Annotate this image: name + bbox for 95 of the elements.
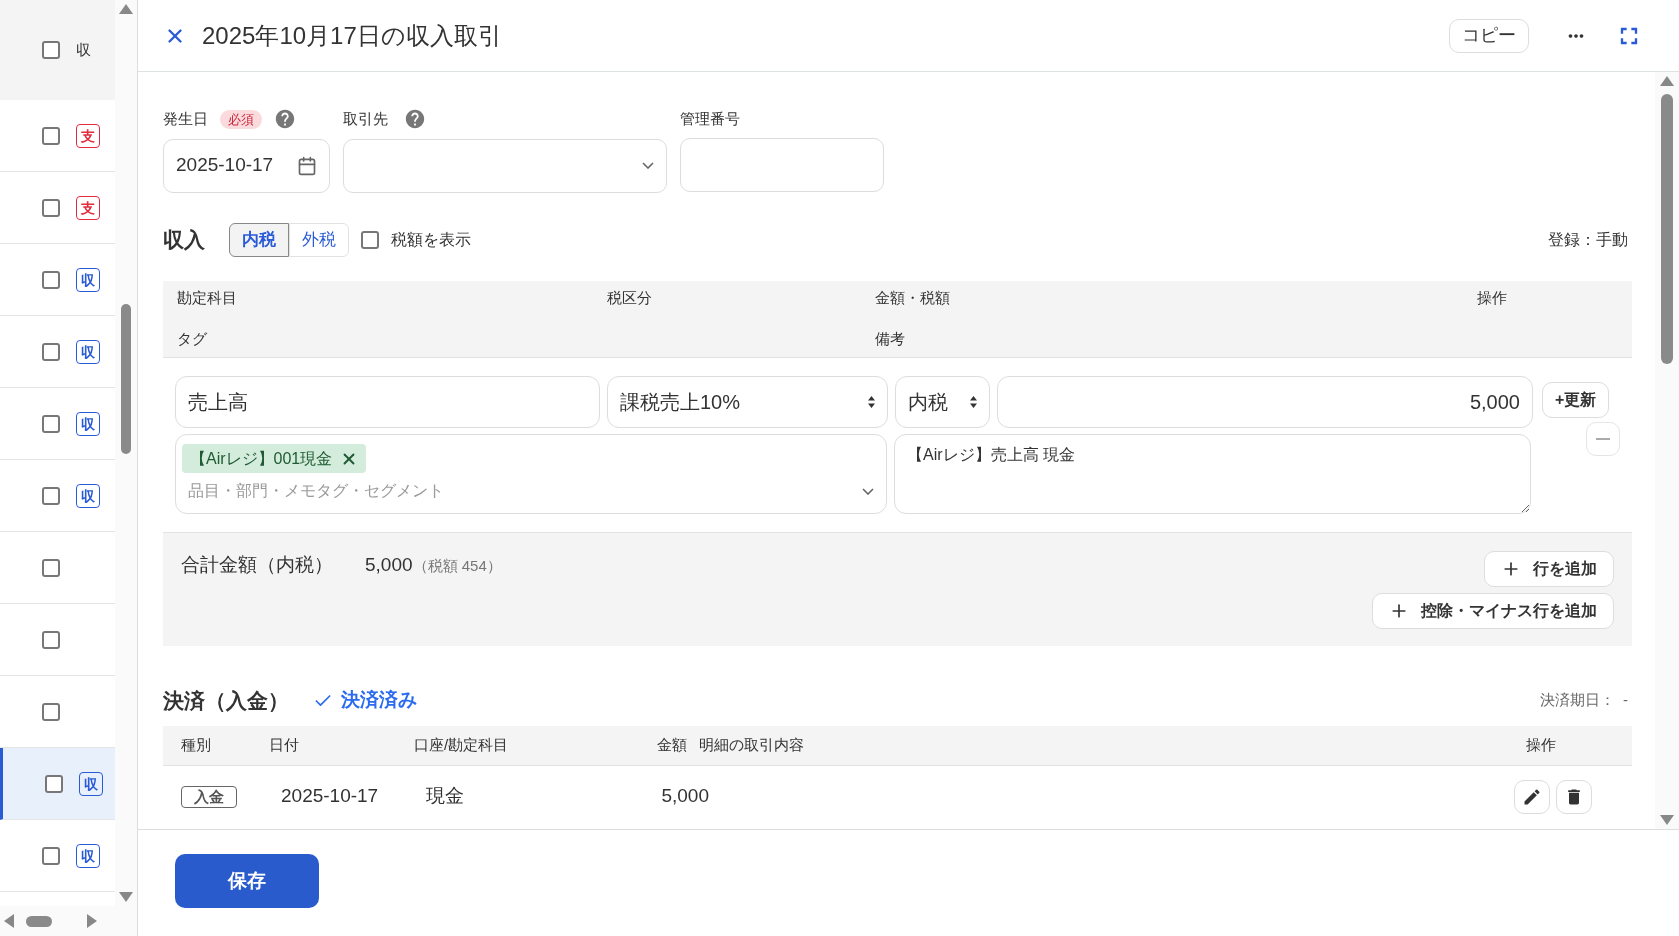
select-all-checkbox[interactable] xyxy=(42,41,60,59)
column-header: 金額・税額 xyxy=(875,288,951,308)
table-cell-text: 2025-10-17 xyxy=(281,784,380,809)
column-header: 操作 xyxy=(1477,288,1508,308)
scroll-left-arrow-icon[interactable] xyxy=(4,914,14,928)
type-tag: 収 xyxy=(76,843,100,868)
minus-icon xyxy=(1596,437,1610,440)
scrollbar-thumb[interactable] xyxy=(26,915,52,927)
pencil-icon xyxy=(1522,786,1542,807)
scroll-right-arrow-icon[interactable] xyxy=(87,914,97,928)
row-checkbox[interactable] xyxy=(42,846,60,865)
total-tax: （税額 454） xyxy=(412,555,502,576)
column-header: 日付 xyxy=(269,734,300,755)
type-tag: 収 xyxy=(76,267,100,292)
column-header: 明細の取引内容 xyxy=(699,734,805,755)
scroll-up-arrow-icon[interactable] xyxy=(1660,76,1674,86)
row-checkbox[interactable] xyxy=(42,558,60,577)
type-tag: 収 xyxy=(76,411,100,436)
row-checkbox[interactable] xyxy=(45,774,63,793)
copy-button[interactable]: コピー xyxy=(1449,18,1529,53)
type-tag: 収 xyxy=(79,771,103,796)
total-label: 合計金額（内税） xyxy=(181,552,333,577)
total-amount: 5,000 xyxy=(365,552,413,577)
vertical-scrollbar[interactable] xyxy=(115,0,137,906)
settlement-status: 決済済み xyxy=(313,686,417,715)
field-label: 管理番号 xyxy=(680,108,740,129)
management-number-field[interactable] xyxy=(680,138,884,192)
row-checkbox[interactable] xyxy=(42,414,60,433)
delete-button[interactable] xyxy=(1556,779,1592,814)
show-tax-checkbox[interactable] xyxy=(361,230,379,249)
registration-text: 登録：手動 xyxy=(1548,229,1628,250)
type-tag: 入金 xyxy=(181,785,237,808)
type-tag: 収 xyxy=(76,483,100,508)
tax-mode-tab[interactable]: 外税 xyxy=(289,222,349,257)
save-button[interactable]: 保存 xyxy=(175,854,319,908)
horizontal-scrollbar[interactable] xyxy=(0,906,137,936)
edit-button[interactable] xyxy=(1514,779,1550,814)
vertical-scrollbar[interactable] xyxy=(1655,72,1679,829)
table-cell-text: 5,000 xyxy=(660,784,710,809)
tag-placeholder: 品目・部門・メモタグ・セグメント xyxy=(188,481,444,501)
remove-row-button[interactable] xyxy=(1586,421,1620,456)
tag-field[interactable]: 【Airレジ】001現金 品目・部門・メモタグ・セグメント xyxy=(175,433,887,514)
add-row-button[interactable]: 行を追加 xyxy=(1484,550,1614,587)
field-label: 発生日 xyxy=(163,109,208,129)
row-checkbox[interactable] xyxy=(42,486,60,505)
required-tag: 必須 xyxy=(220,109,262,129)
add-deduction-row-button[interactable]: 控除・マイナス行を追加 xyxy=(1372,592,1614,629)
tax-mode-tab[interactable]: 内税 xyxy=(229,222,289,257)
update-button[interactable]: +更新 xyxy=(1542,381,1610,418)
scroll-up-arrow-icon[interactable] xyxy=(119,4,134,14)
due-date-value: - xyxy=(1623,690,1628,711)
amount-field[interactable]: 5,000 xyxy=(997,375,1533,428)
column-header: 備考 xyxy=(875,328,906,349)
column-header: 勘定科目 xyxy=(177,288,238,308)
row-checkbox[interactable] xyxy=(42,126,60,145)
row-checkbox[interactable] xyxy=(42,342,60,361)
tax-category-select[interactable]: 課税売上10% xyxy=(607,375,888,428)
scrollbar-thumb[interactable] xyxy=(1661,94,1673,364)
list-row[interactable]: 収 xyxy=(0,748,116,820)
scroll-down-arrow-icon[interactable] xyxy=(1660,815,1674,825)
chevron-down-icon xyxy=(861,487,874,495)
column-header: 操作 xyxy=(1526,734,1557,755)
account-field[interactable]: 売上高 xyxy=(175,375,600,428)
tax-mode-select[interactable]: 内税 xyxy=(895,375,990,428)
memo-field[interactable]: 【Airレジ】売上高 現金 xyxy=(893,433,1532,514)
help-icon[interactable] xyxy=(404,108,426,131)
column-header: 種別 xyxy=(181,734,212,755)
calendar-icon[interactable] xyxy=(297,155,317,176)
tag-label: 【Airレジ】001現金 xyxy=(190,448,333,469)
panel-title: 2025年10月17日の収入取引 xyxy=(202,20,503,51)
row-checkbox[interactable] xyxy=(42,702,60,721)
up-down-arrows-icon xyxy=(970,395,977,408)
type-tag: 支 xyxy=(76,123,100,148)
help-icon[interactable] xyxy=(274,108,296,131)
column-label: 収 xyxy=(76,39,91,60)
table-cell-text: 現金 xyxy=(426,784,465,809)
column-header: 金額 xyxy=(656,734,688,755)
scroll-down-arrow-icon[interactable] xyxy=(119,892,134,902)
up-down-arrows-icon xyxy=(868,395,875,408)
column-header: タグ xyxy=(177,328,208,349)
checkbox-label: 税額を表示 xyxy=(391,229,471,250)
row-checkbox[interactable] xyxy=(42,630,60,649)
section-title: 収入 xyxy=(163,226,205,253)
date-field[interactable]: 2025-10-17 xyxy=(163,138,330,193)
column-header: 口座/勘定科目 xyxy=(414,734,510,755)
row-checkbox[interactable] xyxy=(42,270,60,289)
type-tag: 支 xyxy=(76,195,100,220)
type-tag: 収 xyxy=(76,339,100,364)
field-label: 取引先 xyxy=(343,109,388,129)
column-header: 税区分 xyxy=(607,288,653,308)
scrollbar-thumb[interactable] xyxy=(121,304,132,454)
chevron-down-icon xyxy=(642,162,654,169)
due-date-label: 決済期日： xyxy=(1540,690,1615,711)
row-checkbox[interactable] xyxy=(42,198,60,217)
section-title: 決済（入金） xyxy=(163,687,289,714)
